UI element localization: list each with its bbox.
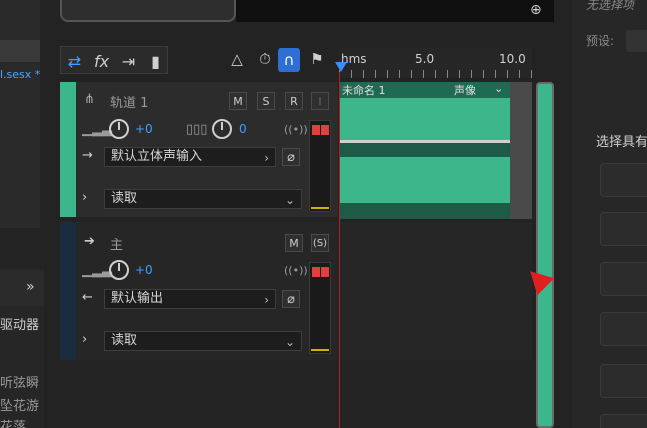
property-field[interactable] [600,262,647,296]
volume-icon: ▁▂▃ [82,122,112,137]
pan-value[interactable]: 0 [239,122,247,136]
waveform-right [340,157,510,203]
track-1-color-bar[interactable] [60,82,76,217]
volume-value[interactable]: +0 [135,263,153,277]
property-field[interactable] [600,364,647,398]
clip-indicator [312,267,320,277]
chevron-down-icon: ⌄ [284,193,295,207]
mute-button[interactable]: M [285,234,303,252]
track-toolbar: ⇄ fx ⇥ ▮ [60,46,168,74]
media-browser-header [0,270,44,306]
clip-title: 未命名 1 [342,84,386,97]
fx-icon[interactable]: fx [88,47,115,75]
ruler-tick-label: 10.0 [499,52,526,66]
overview-panel [60,0,236,22]
automation-select[interactable]: 读取 ⌄ [104,331,302,351]
selection-header: 无选择项 [586,0,635,12]
monitor-input-button[interactable]: I [311,92,329,110]
files-panel: l.sesx * » 驱动器 听弦瞬 坠花游 花落 [0,0,44,428]
expand-chevron-icon[interactable]: › [82,190,87,205]
app-window: l.sesx * » 驱动器 听弦瞬 坠花游 花落 ⊕ ⇄ fx ⇥ ▮ △ ⏱… [0,0,647,428]
output-arrow-icon: ← [82,290,93,305]
vertical-scrollbar[interactable] [536,82,554,428]
drives-label: 驱动器 [0,318,40,333]
output-select-value: 默认输出 [111,291,164,306]
preset-select[interactable] [626,30,647,52]
waveform-left [340,98,510,140]
pan-knob[interactable] [212,119,232,139]
master-level-meter [309,262,331,354]
input-select-value: 默认立体声输入 [111,149,203,164]
pan-icon: ▯▯▯ [186,122,208,137]
automation-select-value: 读取 [111,333,138,348]
volume-value[interactable]: +0 [135,122,153,136]
input-arrow-icon: → [82,148,93,163]
marker-icon[interactable]: ⚑ [306,50,328,68]
chevron-down-icon: ⌄ [284,335,295,349]
volume-knob[interactable] [109,119,129,139]
clip-indicator [321,267,329,277]
output-select[interactable]: 默认输出 › [104,289,276,309]
clip-indicator [312,125,320,135]
broadcast-icon: ((•)) [284,264,308,277]
property-field[interactable] [600,212,647,246]
overview-display [236,0,554,22]
playhead-line [339,72,340,428]
broadcast-icon: ((•)) [284,123,308,136]
list-item[interactable]: 听弦瞬 [0,372,39,391]
automation-select-value: 读取 [111,191,138,206]
solo-button[interactable]: S [257,92,275,110]
chevron-right-icon: › [264,151,269,165]
bars-icon[interactable]: ▮ [142,47,169,75]
volume-icon: ▁▂▃ [82,263,112,278]
magnet-snap-icon[interactable]: ∩ [278,48,300,72]
multitrack-icon[interactable]: ⇄ [61,47,88,75]
hint-text: 选择具有 [596,135,647,150]
property-field[interactable] [600,414,647,428]
channel-divider [340,140,510,143]
clip-scroll-strip [510,82,532,219]
waveform-track-icon: ⋔ [84,92,95,107]
send-icon[interactable]: ⇥ [115,47,142,75]
master-bus-icon: ➔ [84,234,95,249]
master-name[interactable]: 主 [110,234,123,253]
session-filename[interactable]: l.sesx * [0,68,40,81]
clip-mode[interactable]: 声像 [454,82,476,98]
mute-button[interactable]: M [229,92,247,110]
clip-indicator [321,125,329,135]
chevron-down-icon[interactable]: ⌄ [494,82,503,95]
master-color-bar[interactable] [60,222,76,360]
phase-invert-icon[interactable]: ⌀ [282,148,300,166]
selected-file-row[interactable] [0,40,40,62]
track-name[interactable]: 轨道 1 [110,92,148,111]
phase-invert-icon[interactable]: ⌀ [282,290,300,308]
timer-icon[interactable]: ⏱ [254,50,276,68]
files-list [0,0,40,228]
ruler-tick-label: 5.0 [415,52,435,66]
input-select[interactable]: 默认立体声输入 › [104,147,276,167]
record-arm-button[interactable]: R [285,92,303,110]
playhead-handle[interactable] [335,62,347,72]
property-field[interactable] [600,312,647,346]
meter-level [311,349,329,351]
meter-level [311,207,329,209]
expand-chevron-icon[interactable]: » [26,279,35,295]
volume-knob[interactable] [109,260,129,280]
list-item[interactable]: 花落 [0,416,26,428]
multitrack-editor: ⊕ ⇄ fx ⇥ ▮ △ ⏱ ∩ ⚑ hms 5.0 10.0 ⋔ 轨道 1 M… [44,0,647,428]
chevron-right-icon: › [264,293,269,307]
expand-chevron-icon[interactable]: › [82,332,87,347]
track-1-level-meter [309,120,331,212]
list-item[interactable]: 坠花游 [0,395,39,414]
preset-label: 预设: [586,34,615,48]
ruler-ticks [339,70,532,78]
solo-button[interactable]: (S) [311,234,329,252]
zoom-icon[interactable]: ⊕ [530,2,542,18]
master-lane [340,222,532,360]
automation-select[interactable]: 读取 ⌄ [104,189,302,209]
metronome-icon[interactable]: △ [226,50,248,68]
property-field[interactable] [600,163,647,197]
